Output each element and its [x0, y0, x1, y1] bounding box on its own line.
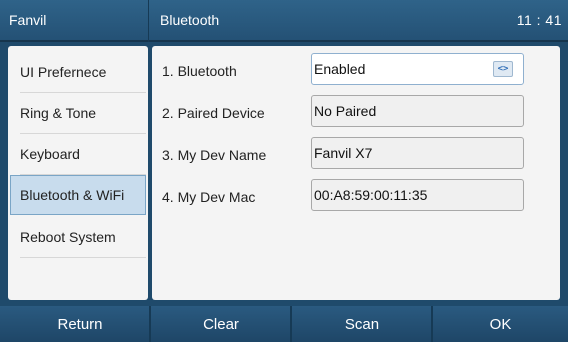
softkey-bar: Return Clear Scan OK [0, 306, 568, 342]
my-dev-mac-label: 4. My Dev Mac [162, 189, 256, 205]
sidebar-item-ring-tone[interactable]: Ring & Tone [10, 93, 146, 134]
paired-device-label: 2. Paired Device [162, 105, 265, 121]
paired-device-value: No Paired [314, 103, 377, 119]
bluetooth-select-value: Enabled [314, 61, 366, 77]
sidebar-item-bluetooth-wifi[interactable]: Bluetooth & WiFi [10, 175, 146, 215]
return-button[interactable]: Return [10, 306, 150, 342]
settings-panel: 1. Bluetooth Enabled <> 2. Paired Device… [152, 46, 560, 300]
clock: 11 : 41 [516, 12, 562, 28]
sidebar-item-label: Reboot System [20, 229, 116, 245]
scan-button[interactable]: Scan [292, 306, 432, 342]
my-dev-mac-value: 00:A8:59:00:11:35 [314, 187, 428, 203]
sidebar-item-label: Ring & Tone [20, 105, 97, 121]
sidebar-item-ui-preference[interactable]: UI Prefernece [10, 52, 146, 93]
my-dev-name-label: 3. My Dev Name [162, 147, 267, 163]
bluetooth-select[interactable]: Enabled <> [311, 53, 524, 85]
brand-label: Fanvil [9, 12, 47, 28]
paired-device-field: No Paired [311, 95, 524, 127]
my-dev-mac-field: 00:A8:59:00:11:35 [311, 179, 524, 211]
ok-button[interactable]: OK [433, 306, 568, 342]
title-divider [148, 0, 149, 42]
clear-button[interactable]: Clear [151, 306, 291, 342]
sidebar-item-label: UI Prefernece [20, 64, 107, 80]
sidebar-item-label: Keyboard [20, 146, 80, 162]
bluetooth-label: 1. Bluetooth [162, 63, 237, 79]
switch-arrows-icon[interactable]: <> [493, 61, 513, 77]
page-title: Bluetooth [160, 12, 220, 28]
sidebar-item-reboot-system[interactable]: Reboot System [10, 217, 146, 258]
sidebar-item-label: Bluetooth & WiFi [20, 187, 125, 203]
sidebar: UI Prefernece Ring & Tone Keyboard Bluet… [8, 46, 148, 300]
title-bar: Fanvil Bluetooth 11 : 41 [0, 0, 568, 42]
my-dev-name-value: Fanvil X7 [314, 145, 373, 161]
my-dev-name-input[interactable]: Fanvil X7 [311, 137, 524, 169]
sidebar-item-keyboard[interactable]: Keyboard [10, 134, 146, 175]
